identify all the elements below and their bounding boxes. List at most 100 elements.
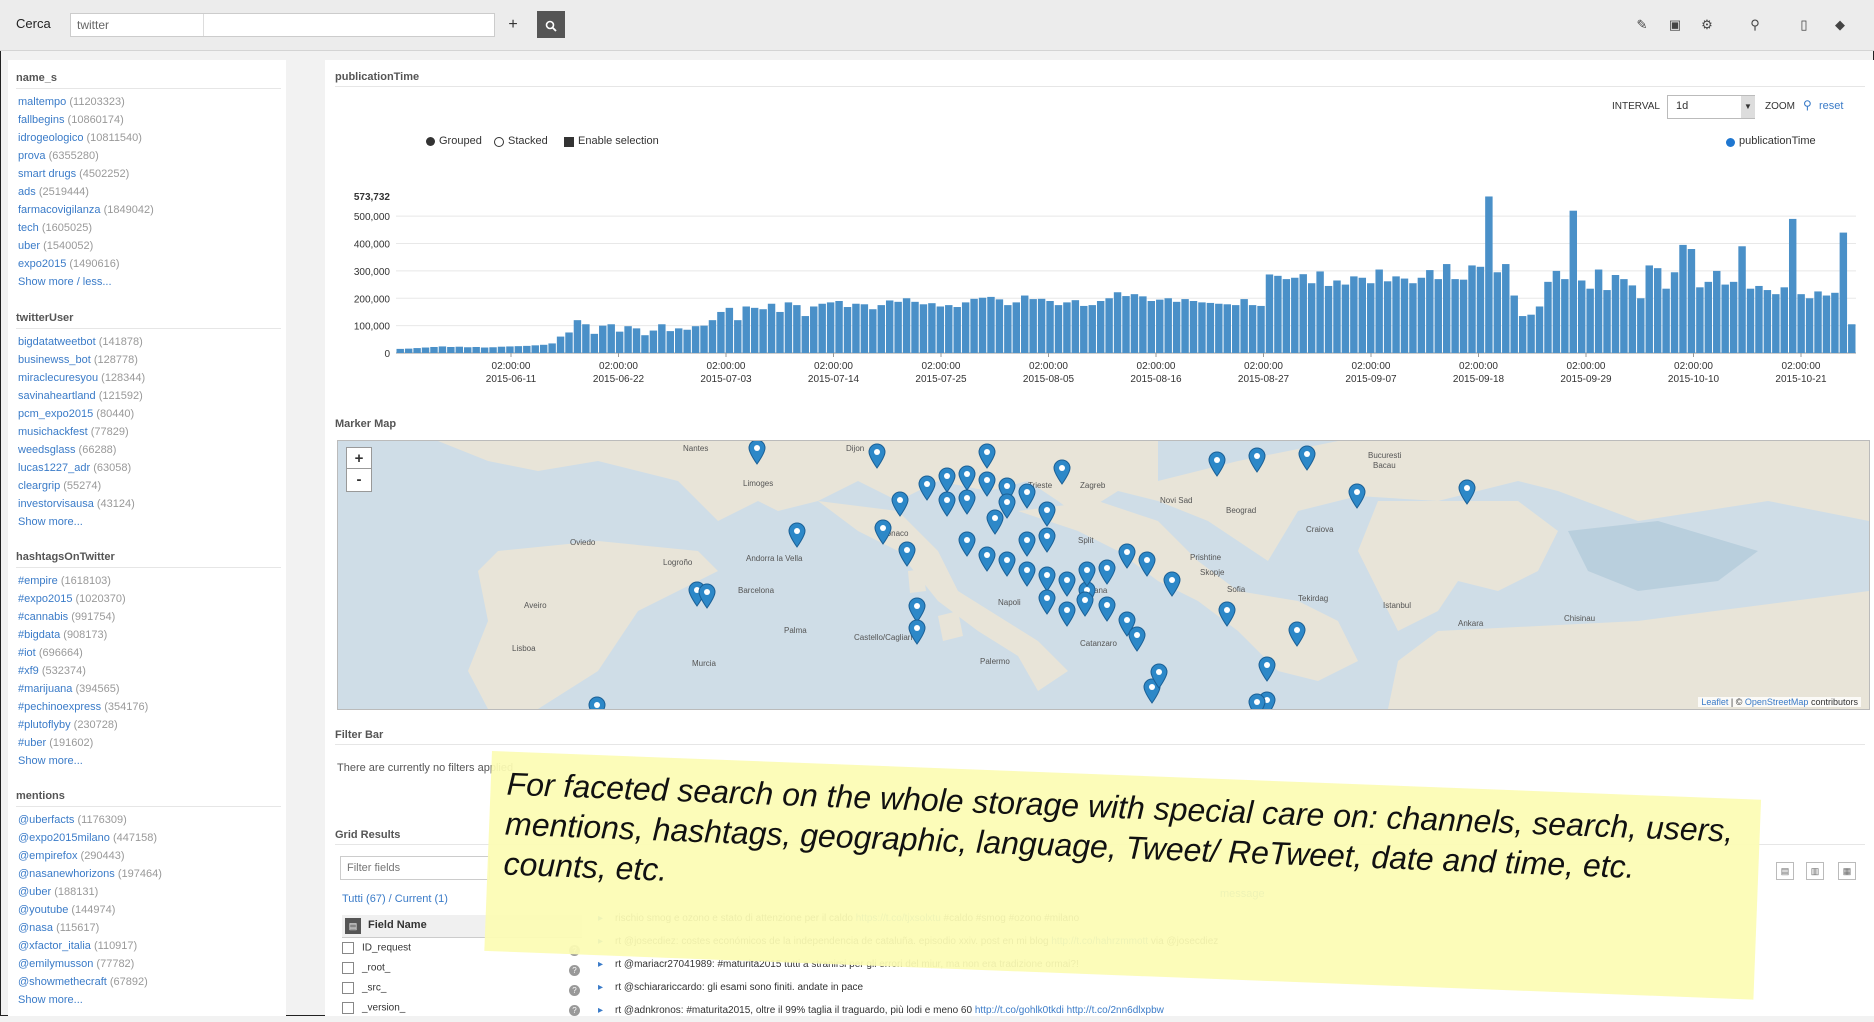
facet-item[interactable]: @nasanewhorizons (197464) [18, 868, 162, 880]
chart-bar[interactable] [1805, 298, 1814, 353]
chart-bar[interactable] [1814, 291, 1822, 353]
chart-bar[interactable] [1392, 276, 1400, 353]
map-marker-icon[interactable] [1058, 571, 1076, 597]
chart-bar[interactable] [1729, 281, 1738, 353]
chart-bar[interactable] [1409, 283, 1417, 353]
chart-bar[interactable] [1054, 305, 1063, 353]
chart-bar[interactable] [953, 307, 961, 353]
chart-bar[interactable] [531, 345, 539, 353]
chart-bar[interactable] [514, 346, 523, 353]
map-marker-icon[interactable] [1218, 601, 1236, 627]
chart-bar[interactable] [1653, 268, 1662, 353]
facet-item[interactable]: @uberfacts (1176309) [18, 814, 127, 826]
add-search-button[interactable]: + [503, 13, 523, 37]
map-marker-icon[interactable] [788, 522, 806, 548]
map-marker-icon[interactable] [1018, 561, 1036, 587]
chart-bar[interactable] [877, 305, 885, 353]
chart-bar[interactable] [1080, 305, 1088, 353]
leaflet-link[interactable]: Leaflet [1701, 697, 1728, 707]
chart-bar[interactable] [674, 328, 683, 353]
facet-item[interactable]: prova (6355280) [18, 150, 99, 162]
chart-bar[interactable] [945, 305, 953, 353]
facet-item[interactable]: cleargrip (55274) [18, 480, 101, 492]
pencil-icon[interactable]: ✎ [1632, 15, 1652, 35]
chart-bar[interactable] [1147, 301, 1156, 353]
chart-bar[interactable] [700, 325, 708, 353]
map-marker-icon[interactable] [1298, 445, 1316, 471]
map-marker-icon[interactable] [1458, 479, 1476, 505]
map-marker-icon[interactable] [1018, 483, 1036, 509]
document-icon[interactable]: ▯ [1794, 15, 1814, 35]
map-marker-icon[interactable] [958, 465, 976, 491]
field-checkbox[interactable] [342, 962, 354, 974]
chart-bar[interactable] [860, 304, 869, 353]
help-icon[interactable]: ? [569, 985, 580, 996]
chart-bar[interactable] [911, 301, 919, 353]
facet-item[interactable]: fallbegins (10860174) [18, 114, 124, 126]
chart-bar[interactable] [1822, 295, 1831, 353]
link-icon[interactable]: ⚲ [1745, 15, 1765, 35]
chart-bar[interactable] [928, 303, 936, 353]
chart-bar[interactable] [1721, 284, 1729, 353]
chart-bar[interactable] [691, 326, 700, 353]
chart-bar[interactable] [1341, 284, 1350, 353]
map-marker-icon[interactable] [1076, 591, 1094, 617]
map-marker-icon[interactable] [978, 546, 996, 572]
chart-bar[interactable] [1713, 270, 1721, 353]
chart-bar[interactable] [1586, 288, 1594, 353]
chart-bar[interactable] [1611, 275, 1620, 353]
chart-bar[interactable] [1417, 277, 1426, 353]
chart-bar[interactable] [1839, 232, 1848, 353]
chart-bar[interactable] [734, 320, 742, 353]
chevron-down-icon[interactable]: ▼ [1741, 96, 1755, 118]
chart-bar[interactable] [1324, 285, 1333, 353]
chart-bar[interactable] [1687, 249, 1696, 353]
map-marker-icon[interactable] [891, 491, 909, 517]
map-marker-icon[interactable] [986, 509, 1004, 535]
chart-bar[interactable] [970, 298, 978, 353]
chart-bar[interactable] [1189, 301, 1198, 353]
chart-bar[interactable] [1012, 302, 1021, 353]
reset-link[interactable]: reset [1819, 100, 1843, 112]
chart-bar[interactable] [793, 305, 801, 353]
chart-bar[interactable] [1046, 301, 1054, 353]
chart-bar[interactable] [835, 301, 843, 353]
chart-bar[interactable] [1493, 272, 1502, 353]
chart-bar[interactable] [759, 309, 767, 353]
tag-icon[interactable]: ◆ [1830, 15, 1850, 35]
chart-bar[interactable] [615, 331, 624, 353]
chart-bar[interactable] [573, 320, 582, 353]
chart-bar[interactable] [548, 343, 556, 353]
chart-bar[interactable] [1063, 302, 1071, 353]
chart-bar[interactable] [1164, 298, 1172, 353]
chart-bar[interactable] [1772, 294, 1780, 353]
save-icon[interactable]: ▣ [1665, 15, 1685, 35]
chart-bar[interactable] [1552, 270, 1561, 353]
facet-item[interactable]: #pechinoexpress (354176) [18, 701, 148, 713]
map-marker-icon[interactable] [1348, 483, 1366, 509]
zoom-reset-icon[interactable]: ⚲ [1803, 98, 1812, 112]
chart-bar[interactable] [1831, 292, 1839, 353]
chart-bar[interactable] [599, 325, 607, 353]
map-marker-icon[interactable] [978, 443, 996, 469]
facet-item[interactable]: #iot (696664) [18, 647, 83, 659]
chart-bar[interactable] [430, 346, 438, 353]
expand-row-icon[interactable]: ▸ [598, 1005, 603, 1016]
map-zoom-out-button[interactable]: - [346, 468, 372, 492]
chart-bar[interactable] [1333, 280, 1341, 353]
facet-item[interactable]: savinaheartland (121592) [18, 390, 143, 402]
chart-bar[interactable] [725, 307, 734, 353]
map-marker-icon[interactable] [938, 491, 956, 517]
map-marker-icon[interactable] [588, 696, 606, 709]
chart-bar[interactable] [1172, 301, 1181, 353]
chart-bar[interactable] [742, 306, 750, 353]
chart-bar[interactable] [919, 304, 928, 353]
chart-bar[interactable] [1375, 269, 1383, 353]
facet-item[interactable]: bigdatatweetbot (141878) [18, 336, 143, 348]
show-more-link[interactable]: Show more... [18, 994, 83, 1006]
chart-bar[interactable] [1215, 303, 1223, 353]
facet-item[interactable]: @showmethecraft (67892) [18, 976, 148, 988]
chart-bar[interactable] [1274, 275, 1282, 353]
map-marker-icon[interactable] [1038, 527, 1056, 553]
chart-bar[interactable] [1316, 271, 1324, 353]
